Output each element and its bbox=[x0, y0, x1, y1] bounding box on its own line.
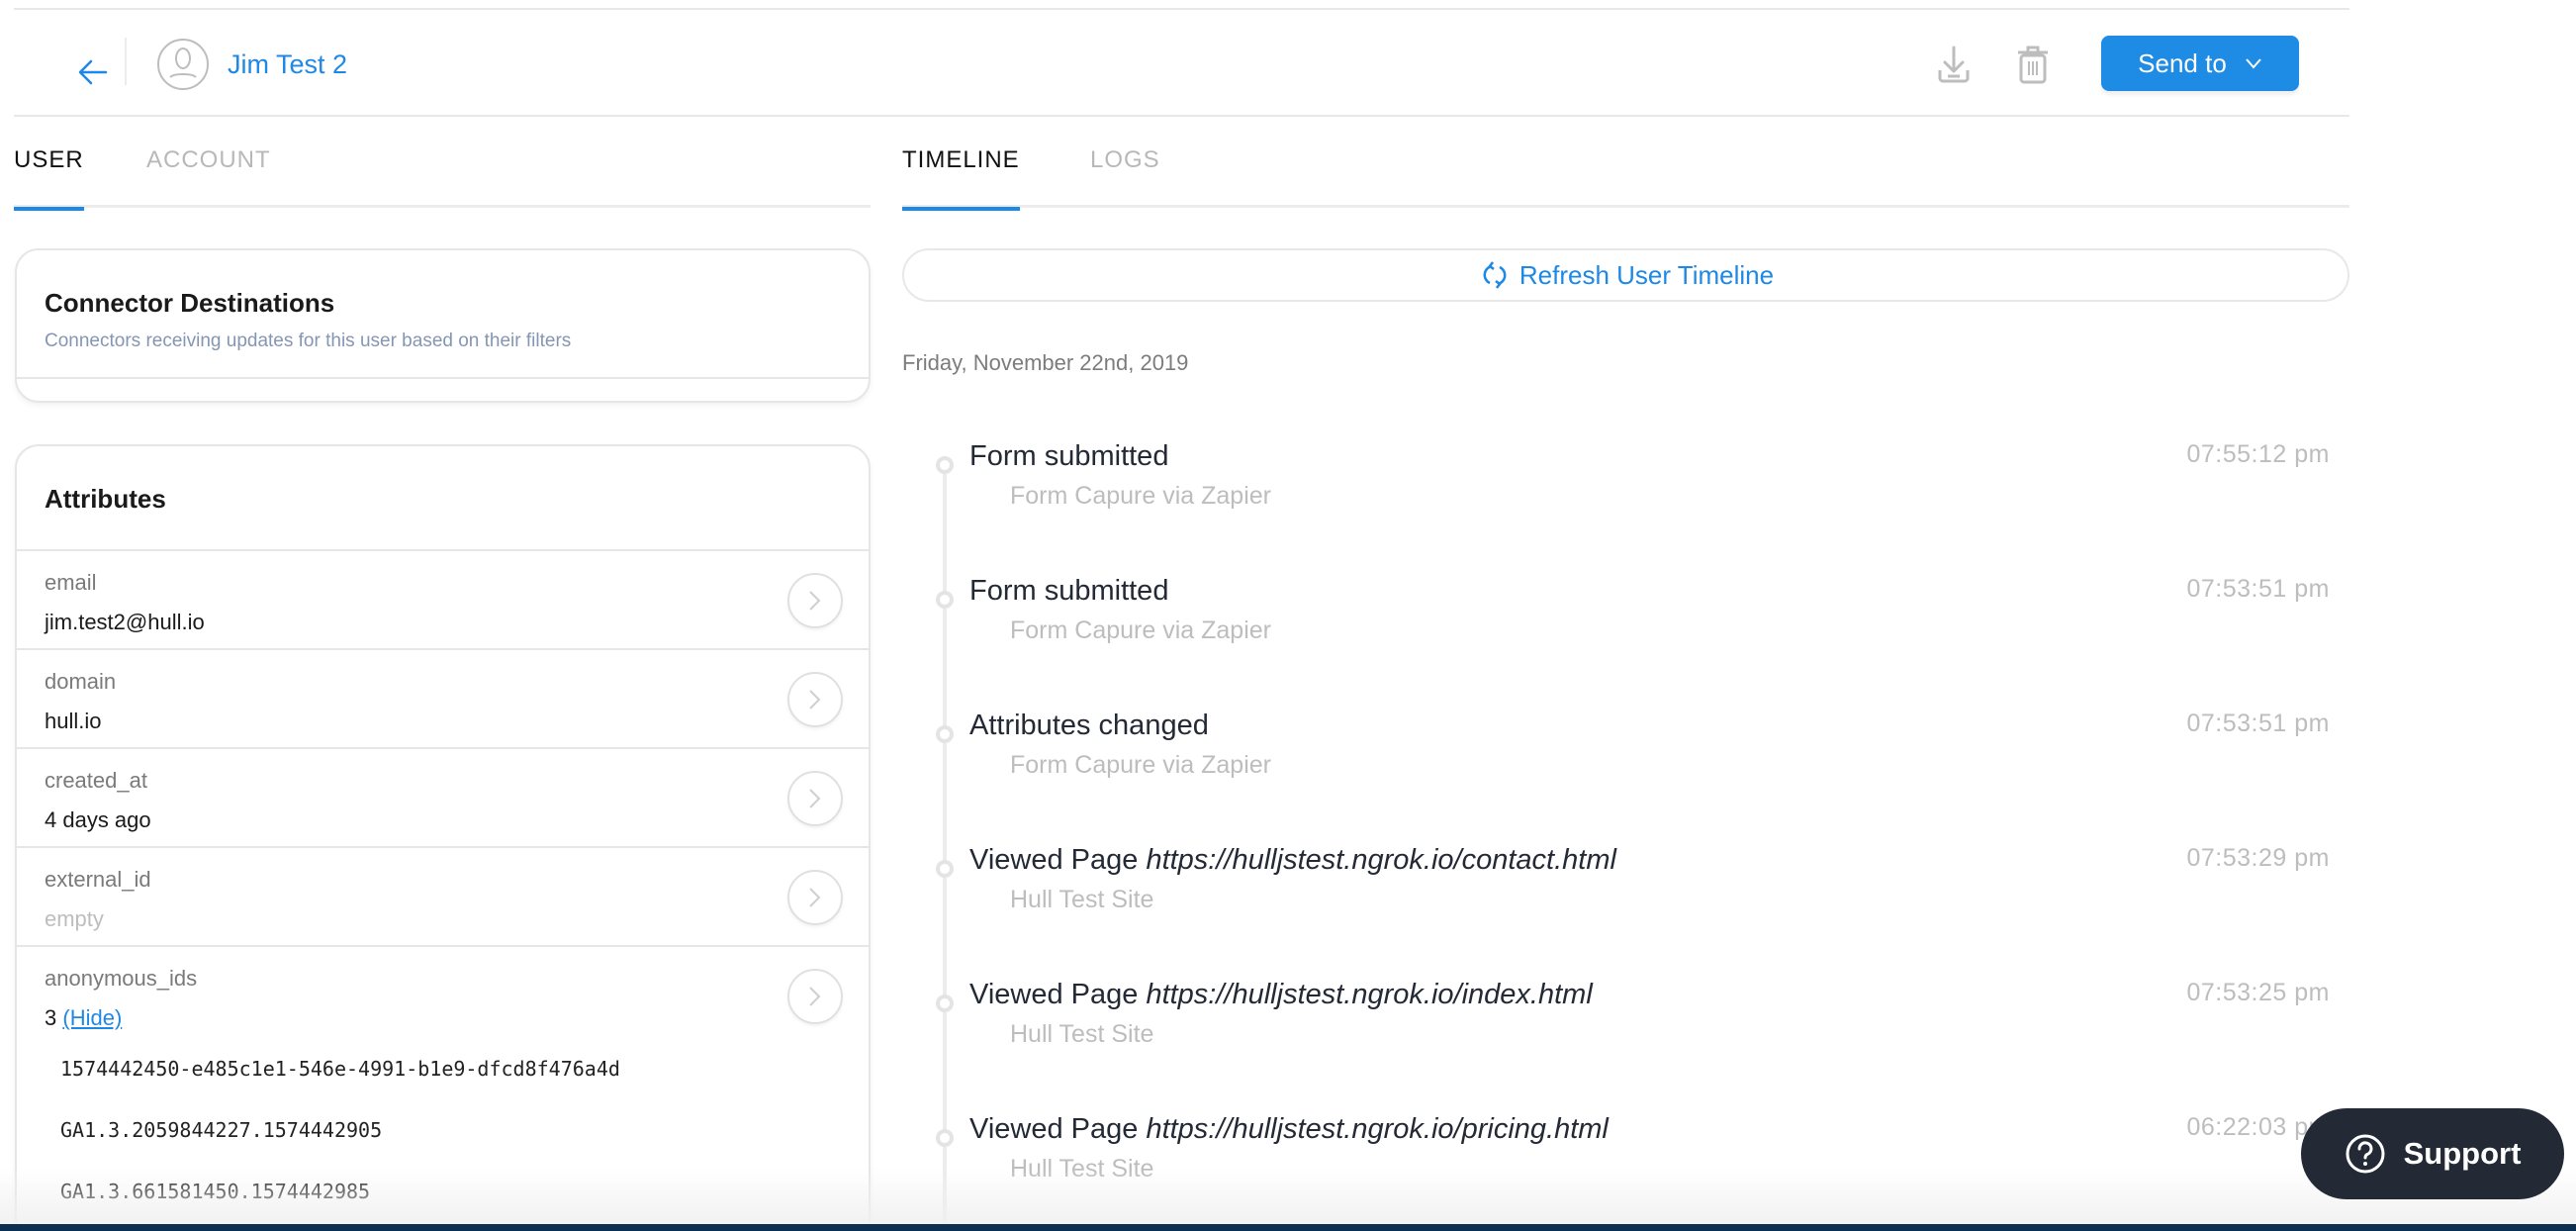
anonymous-id: GA1.3.2059844227.1574442905 bbox=[60, 1118, 383, 1142]
refresh-icon bbox=[1483, 261, 1507, 289]
event-source: Hull Test Site bbox=[1010, 886, 1154, 913]
timeline-dot-icon bbox=[936, 994, 954, 1012]
event-title[interactable]: Viewed Page https://hulljstest.ngrok.io/… bbox=[969, 1113, 1609, 1146]
trash-icon bbox=[2018, 46, 2048, 84]
timeline-date: Friday, November 22nd, 2019 bbox=[902, 350, 1189, 375]
attribute-detail-button[interactable] bbox=[787, 672, 843, 727]
support-button[interactable]: Support bbox=[2301, 1108, 2564, 1199]
profile-tabs: USER ACCOUNT bbox=[14, 117, 871, 211]
question-circle-icon bbox=[2346, 1134, 2385, 1174]
timeline-event: Form submitted Form Capure via Zapier 07… bbox=[930, 575, 2330, 690]
event-source: Form Capure via Zapier bbox=[1010, 616, 1271, 644]
attribute-row: domain hull.io bbox=[17, 650, 869, 749]
delete-button[interactable] bbox=[2011, 42, 2055, 87]
event-url: https://hulljstest.ngrok.io/contact.html bbox=[1146, 844, 1616, 876]
send-to-label: Send to bbox=[2138, 47, 2227, 78]
event-source: Hull Test Site bbox=[1010, 1020, 1154, 1048]
attribute-value: hull.io bbox=[45, 709, 102, 733]
connector-destinations-card: Connector Destinations Connectors receiv… bbox=[15, 248, 871, 403]
timeline-event: Viewed Page https://hulljstest.ngrok.io/… bbox=[930, 979, 2330, 1093]
timeline-line bbox=[943, 465, 947, 1231]
attribute-label: created_at bbox=[45, 768, 147, 793]
attribute-value: jim.test2@hull.io bbox=[45, 610, 205, 634]
header-divider bbox=[125, 38, 127, 85]
attribute-value: 4 days ago bbox=[45, 807, 151, 832]
support-label: Support bbox=[2403, 1136, 2522, 1171]
attribute-value: 3 (Hide) bbox=[45, 1004, 869, 1032]
refresh-label: Refresh User Timeline bbox=[1518, 259, 1775, 290]
attribute-label: anonymous_ids bbox=[45, 966, 198, 991]
attribute-detail-button[interactable] bbox=[787, 771, 843, 826]
user-header: Jim Test 2 Send to bbox=[14, 10, 2349, 117]
send-to-button[interactable]: Send to bbox=[2101, 36, 2299, 91]
event-title[interactable]: Form submitted bbox=[969, 575, 1168, 608]
os-taskbar bbox=[0, 1224, 2576, 1231]
event-time: 07:53:29 pm bbox=[2186, 844, 2330, 872]
back-button[interactable] bbox=[63, 47, 123, 97]
event-time: 07:53:51 pm bbox=[2186, 710, 2330, 737]
chevron-right-icon bbox=[809, 591, 821, 611]
attribute-value-empty: empty bbox=[45, 906, 104, 931]
timeline-event: Form submitted Form Capure via Zapier 07… bbox=[930, 440, 2330, 555]
timeline-event: Attributes changed Form Capure via Zapie… bbox=[930, 710, 2330, 824]
chevron-right-icon bbox=[809, 987, 821, 1006]
event-source: Form Capure via Zapier bbox=[1010, 751, 1271, 779]
event-title[interactable]: Viewed Page https://hulljstest.ngrok.io/… bbox=[969, 844, 1616, 877]
card-subtitle: Connectors receiving updates for this us… bbox=[45, 331, 572, 351]
tab-logs[interactable]: LOGS bbox=[1090, 146, 1160, 208]
attribute-detail-button[interactable] bbox=[787, 573, 843, 628]
download-button[interactable] bbox=[1932, 42, 1976, 87]
attribute-row: email jim.test2@hull.io bbox=[17, 551, 869, 650]
anonymous-ids-list: 1574442450-e485c1e1-546e-4991-b1e9-dfcd8… bbox=[45, 1038, 869, 1222]
chevron-right-icon bbox=[809, 888, 821, 907]
chevron-right-icon bbox=[809, 690, 821, 710]
timeline-dot-icon bbox=[936, 456, 954, 474]
event-time: 07:53:25 pm bbox=[2186, 979, 2330, 1006]
attribute-label: external_id bbox=[45, 867, 151, 892]
attribute-row-anonymous-ids: anonymous_ids 3 (Hide) 1574442450-e485c1… bbox=[17, 947, 869, 1222]
hide-anonymous-ids-link[interactable]: (Hide) bbox=[62, 1005, 122, 1030]
attributes-card: Attributes email jim.test2@hull.io domai… bbox=[15, 444, 871, 1231]
attribute-detail-button[interactable] bbox=[787, 969, 843, 1024]
user-avatar-icon bbox=[156, 38, 210, 91]
tab-timeline[interactable]: TIMELINE bbox=[902, 146, 1020, 211]
download-icon bbox=[1938, 46, 1970, 83]
tab-user[interactable]: USER bbox=[14, 146, 84, 211]
chevron-right-icon bbox=[809, 789, 821, 808]
timeline-dot-icon bbox=[936, 591, 954, 609]
activity-tabs: TIMELINE LOGS bbox=[902, 117, 2349, 211]
attribute-label: email bbox=[45, 570, 97, 595]
event-time: 07:53:51 pm bbox=[2186, 575, 2330, 603]
event-title[interactable]: Viewed Page https://hulljstest.ngrok.io/… bbox=[969, 979, 1593, 1011]
chevron-down-icon bbox=[2246, 58, 2261, 69]
timeline-dot-icon bbox=[936, 1129, 954, 1147]
event-source: Hull Test Site bbox=[1010, 1155, 1154, 1183]
attribute-label: domain bbox=[45, 669, 117, 694]
attribute-row: external_id empty bbox=[17, 848, 869, 947]
event-url: https://hulljstest.ngrok.io/pricing.html bbox=[1146, 1113, 1609, 1145]
card-title: Connector Destinations bbox=[45, 288, 335, 318]
refresh-timeline-button[interactable]: Refresh User Timeline bbox=[902, 248, 2349, 302]
event-url: https://hulljstest.ngrok.io/index.html bbox=[1146, 979, 1593, 1010]
timeline-event: Viewed Page https://hulljstest.ngrok.io/… bbox=[930, 844, 2330, 959]
arrow-left-icon bbox=[78, 59, 108, 85]
anonymous-id: GA1.3.661581450.1574442985 bbox=[60, 1180, 371, 1203]
anonymous-id: 1574442450-e485c1e1-546e-4991-b1e9-dfcd8… bbox=[60, 1057, 620, 1081]
event-title[interactable]: Form submitted bbox=[969, 440, 1168, 473]
event-source: Form Capure via Zapier bbox=[1010, 482, 1271, 510]
anonymous-ids-count: 3 bbox=[45, 1005, 57, 1030]
timeline-event: Viewed Page https://hulljstest.ngrok.io/… bbox=[930, 1113, 2330, 1228]
event-title[interactable]: Attributes changed bbox=[969, 710, 1209, 742]
tab-account[interactable]: ACCOUNT bbox=[146, 146, 271, 208]
timeline-dot-icon bbox=[936, 860, 954, 878]
attribute-detail-button[interactable] bbox=[787, 870, 843, 925]
event-time: 07:55:12 pm bbox=[2186, 440, 2330, 468]
card-title: Attributes bbox=[45, 484, 166, 514]
user-name[interactable]: Jim Test 2 bbox=[228, 47, 347, 81]
attribute-row: created_at 4 days ago bbox=[17, 749, 869, 848]
timeline-dot-icon bbox=[936, 725, 954, 743]
